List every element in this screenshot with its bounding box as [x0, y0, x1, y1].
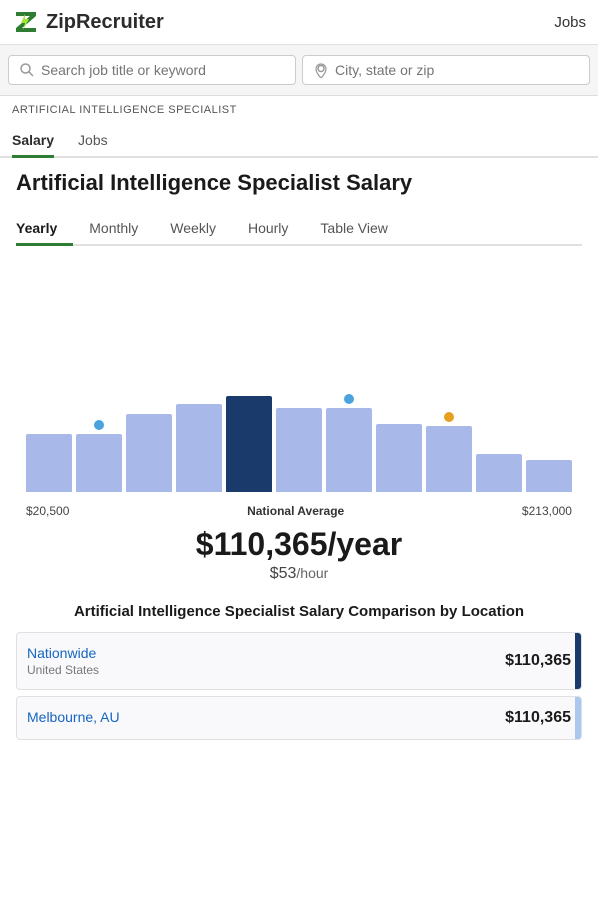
tab-table-view[interactable]: Table View [304, 212, 403, 244]
chart-bar-0 [26, 434, 72, 492]
bar [326, 408, 372, 492]
chart-bar-10 [526, 460, 572, 492]
tab-weekly[interactable]: Weekly [154, 212, 232, 244]
comparison-location-sub: United States [27, 663, 99, 677]
bar-dot [344, 394, 354, 404]
comparison-row-nationwide[interactable]: Nationwide United States $110,365 [16, 632, 582, 690]
bar [26, 434, 72, 492]
salary-amount: $110,365 [196, 526, 328, 562]
chart-bar-8 [426, 426, 472, 492]
bar [476, 454, 522, 492]
chart-bar-3 [176, 404, 222, 492]
chart-bar-2 [126, 414, 172, 492]
bar [76, 434, 122, 492]
location-icon [313, 62, 329, 78]
tab-hourly[interactable]: Hourly [232, 212, 304, 244]
tab-monthly[interactable]: Monthly [73, 212, 154, 244]
salary-tabs: Yearly Monthly Weekly Hourly Table View [16, 212, 582, 246]
active-bar [226, 396, 272, 492]
salary-per-hour: /hour [296, 565, 328, 581]
bar [176, 404, 222, 492]
logo-area: ZipRecruiter [12, 8, 164, 36]
chart-bar-1 [76, 434, 122, 492]
comparison-bar-indicator [575, 697, 581, 739]
search-bar [0, 45, 598, 96]
bar [526, 460, 572, 492]
comparison-row-melbourne[interactable]: Melbourne, AU $110,365 [16, 696, 582, 740]
chart-label-max: $213,000 [522, 504, 572, 518]
salary-chart [16, 262, 582, 492]
chart-bar-7 [376, 424, 422, 492]
chart-label-center: National Average [247, 504, 344, 518]
bar [376, 424, 422, 492]
salary-yearly: $110,365/year [16, 526, 582, 563]
breadcrumb: ARTIFICIAL INTELLIGENCE SPECIALIST [0, 96, 598, 124]
bar-dot [94, 420, 104, 430]
comparison-title: Artificial Intelligence Specialist Salar… [16, 603, 582, 620]
main-content: Artificial Intelligence Specialist Salar… [0, 158, 598, 758]
comparison-row-left: Melbourne, AU [27, 709, 120, 727]
chart-bar-5 [276, 408, 322, 492]
comparison-row-left: Nationwide United States [27, 645, 99, 677]
ziprecruiter-logo-icon [12, 8, 40, 36]
comparison-location-name: Nationwide [27, 645, 99, 661]
chart-labels: $20,500 National Average $213,000 [16, 500, 582, 518]
sub-nav-salary[interactable]: Salary [12, 124, 54, 156]
bar [426, 426, 472, 492]
comparison-location-name: Melbourne, AU [27, 709, 120, 725]
sub-nav: Salary Jobs [0, 124, 598, 158]
chart-label-min: $20,500 [26, 504, 69, 518]
bar [126, 414, 172, 492]
header: ZipRecruiter Jobs [0, 0, 598, 45]
page-title: Artificial Intelligence Specialist Salar… [16, 170, 582, 196]
chart-bar-4 [226, 396, 272, 492]
search-icon [19, 62, 35, 78]
job-search-input[interactable] [41, 62, 285, 78]
bar-dot [444, 412, 454, 422]
location-search-input[interactable] [335, 62, 579, 78]
chart-bar-9 [476, 454, 522, 492]
sub-nav-jobs[interactable]: Jobs [78, 124, 108, 156]
comparison-section: Artificial Intelligence Specialist Salar… [16, 603, 582, 740]
salary-display: $110,365/year $53/hour [16, 526, 582, 583]
comparison-amount: $110,365 [505, 709, 571, 727]
comparison-bar-indicator [575, 633, 581, 689]
salary-per-year: /year [327, 526, 402, 562]
logo-text: ZipRecruiter [46, 11, 164, 34]
comparison-amount: $110,365 [505, 652, 571, 670]
location-search-wrap [302, 55, 590, 85]
bar [276, 408, 322, 492]
salary-hourly: $53/hour [16, 565, 582, 583]
job-search-wrap [8, 55, 296, 85]
salary-hourly-amount: $53 [270, 565, 297, 582]
chart-bar-6 [326, 408, 372, 492]
tab-yearly[interactable]: Yearly [16, 212, 73, 244]
jobs-nav-link[interactable]: Jobs [554, 14, 586, 31]
